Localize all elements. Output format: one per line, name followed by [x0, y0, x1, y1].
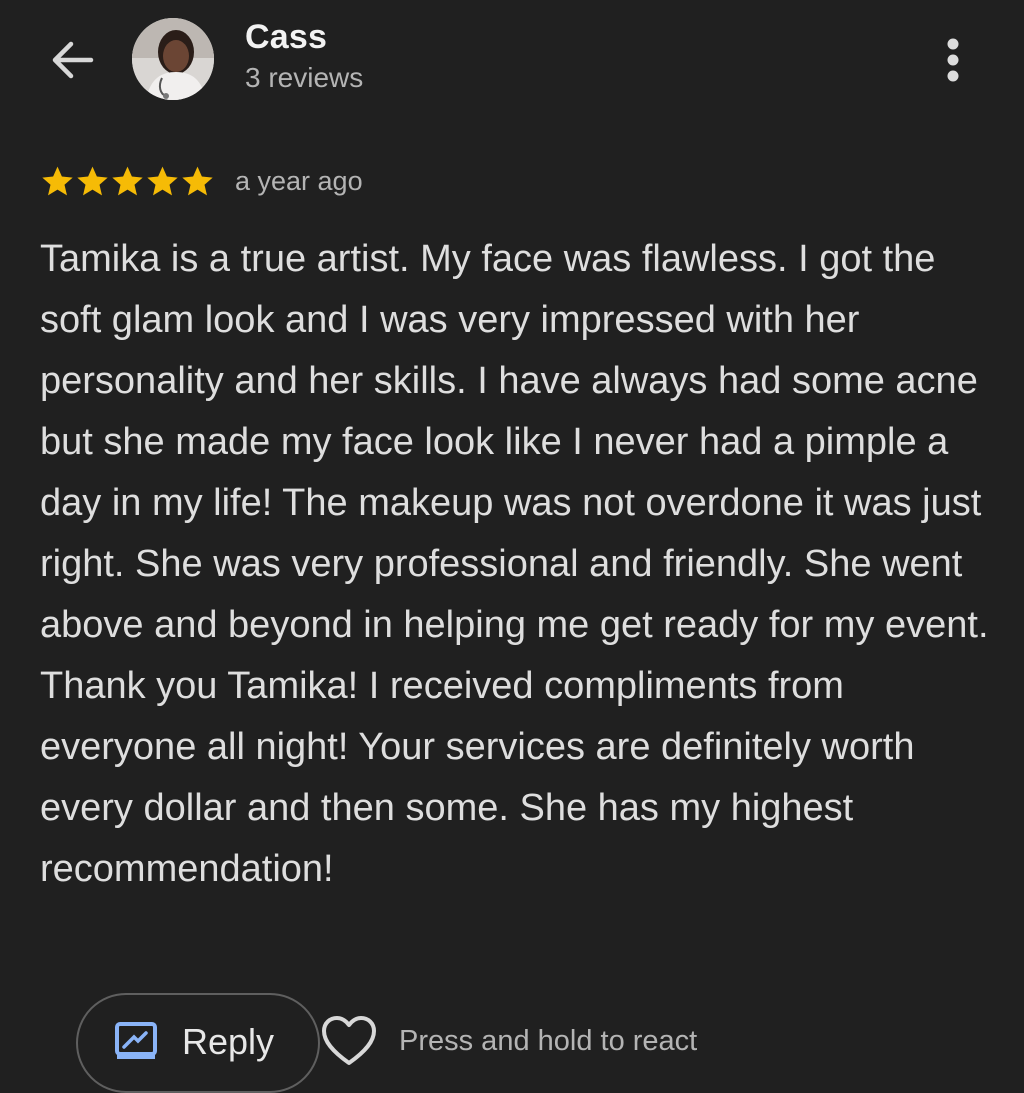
star-icon: [42, 166, 73, 195]
star-icon: [147, 166, 178, 195]
review-text: Tamika is a true artist. My face was fla…: [40, 238, 989, 890]
star-rating: [40, 164, 215, 199]
more-options-button[interactable]: [928, 32, 978, 88]
rating-row: a year ago: [40, 160, 363, 202]
star-icon: [77, 166, 108, 195]
review-count: 3 reviews: [245, 62, 364, 93]
react-hint: Press and hold to react: [399, 1025, 698, 1057]
review-date: a year ago: [235, 165, 363, 196]
arrow-left-icon: [52, 41, 94, 79]
reply-button[interactable]: Reply: [76, 993, 320, 1093]
avatar[interactable]: [132, 18, 214, 100]
review-actions: Reply Press and hold to react: [76, 993, 1024, 1093]
reviewer-name[interactable]: Cass: [245, 18, 327, 57]
avatar-photo: [132, 18, 214, 100]
more-vertical-icon: [947, 38, 959, 82]
star-icon: [182, 166, 213, 195]
review-header: Cass 3 reviews: [0, 0, 1024, 130]
star-icon: [112, 166, 143, 195]
react-button[interactable]: [320, 1015, 378, 1067]
reply-icon: [115, 1022, 157, 1059]
back-button[interactable]: [40, 30, 104, 90]
heart-outline-icon: [322, 1016, 376, 1065]
